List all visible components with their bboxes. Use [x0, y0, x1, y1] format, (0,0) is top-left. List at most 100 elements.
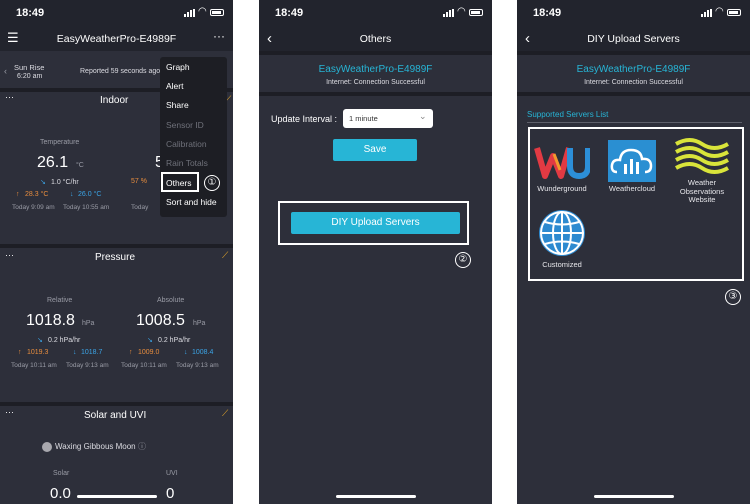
solar-value: 0.0 [50, 485, 71, 502]
menu-item-rain-totals[interactable]: Rain Totals [166, 158, 208, 168]
solar-graph-icon[interactable]: ⟋ [222, 408, 228, 419]
page-title: DIY Upload Servers [587, 33, 680, 45]
relative-high: 1019.3 [27, 349, 49, 356]
save-button[interactable]: Save [333, 139, 417, 161]
relative-high-time: Today 10:11 am [11, 362, 57, 369]
device-name: EasyWeatherPro-E4989F [576, 64, 691, 75]
temperature-unit: °C [76, 162, 84, 169]
phone-screen-others: 18:49 ◠ ‹ Others EasyWeatherPro-E4989F I… [259, 0, 492, 504]
solar-more-icon[interactable]: ··· [5, 407, 14, 417]
solar-label: Solar [53, 470, 70, 477]
update-interval-label: Update Interval : [271, 114, 338, 124]
battery-icon [210, 9, 224, 16]
battery-icon [727, 9, 741, 16]
relative-label: Relative [47, 297, 73, 304]
absolute-unit: hPa [193, 320, 206, 327]
more-icon[interactable]: ··· [213, 29, 225, 43]
wifi-icon: ◠ [715, 6, 724, 17]
relative-value: 1018.8 [26, 312, 75, 329]
temperature-value: 26.1 [37, 154, 69, 171]
humidity-high-time: Today [131, 204, 149, 211]
menu-item-sort-and-hide[interactable]: Sort and hide [166, 197, 217, 207]
status-bar: 18:49 ◠ [0, 0, 233, 27]
callout-number: ① [204, 175, 220, 191]
signal-icon [701, 9, 713, 17]
list-title-underline [527, 122, 742, 123]
highlight-box-others [161, 172, 199, 192]
absolute-value: 1008.5 [136, 312, 185, 329]
temperature-high: 28.3 °C [25, 191, 49, 198]
temperature-low-time: Today 10:55 am [63, 204, 110, 211]
low-arrow-icon: ↓ [73, 349, 77, 356]
trend-down-icon: ↘ [147, 337, 153, 344]
page-title: Others [359, 33, 392, 45]
section-divider [0, 244, 233, 248]
nav-bar: ‹ Others [259, 27, 492, 51]
server-weather-observations[interactable]: Weather Observations Website [671, 136, 733, 205]
low-arrow-icon: ↓ [70, 191, 74, 198]
internet-status: Internet: Connection Successful [326, 79, 425, 86]
menu-item-share[interactable]: Share [166, 100, 189, 110]
menu-item-graph[interactable]: Graph [166, 62, 190, 72]
home-indicator [593, 495, 674, 498]
battery-icon [469, 9, 483, 16]
server-label: Weather Observations Website [679, 178, 725, 204]
moon-icon [42, 442, 52, 452]
absolute-label: Absolute [157, 297, 185, 304]
server-weathercloud[interactable]: Weathercloud [601, 140, 663, 194]
relative-low-time: Today 9:13 am [66, 362, 109, 369]
section-divider [259, 92, 492, 96]
pressure-title: Pressure [95, 252, 136, 263]
high-arrow-icon: ↑ [18, 349, 22, 356]
absolute-low-time: Today 9:13 am [176, 362, 219, 369]
relative-unit: hPa [82, 320, 95, 327]
server-label: Weathercloud [608, 184, 656, 193]
home-indicator [335, 495, 416, 498]
signal-icon [184, 9, 196, 17]
device-title: EasyWeatherPro-E4989F [56, 33, 177, 45]
server-wunderground[interactable]: Wunderground [531, 140, 593, 194]
absolute-high: 1009.0 [138, 349, 160, 356]
indoor-more-icon[interactable]: ··· [5, 92, 14, 102]
temperature-rate: 1.0 °C/hr [51, 179, 79, 186]
prev-arrow-icon[interactable]: ‹ [4, 66, 7, 76]
phone-screen-weather: 18:49 ◠ ☰ EasyWeatherPro-E4989F ··· ‹ Su… [0, 0, 233, 504]
update-interval-select[interactable]: 1 minute ⌄ [343, 109, 433, 128]
absolute-low: 1008.4 [192, 349, 214, 356]
section-divider [0, 402, 233, 406]
relative-rate: 0.2 hPa/hr [48, 337, 81, 344]
options-menu: Graph Alert Share Sensor ID Calibration … [160, 57, 227, 217]
menu-item-sensor-id[interactable]: Sensor ID [166, 120, 204, 130]
nav-bar: ☰ EasyWeatherPro-E4989F ··· [0, 27, 233, 51]
status-time: 18:49 [16, 7, 45, 19]
internet-status: Internet: Connection Successful [584, 79, 683, 86]
wow-icon [675, 138, 729, 174]
pressure-graph-icon[interactable]: ⟋ [222, 250, 228, 261]
status-time: 18:49 [275, 7, 304, 19]
trend-down-icon: ↘ [40, 179, 46, 186]
diy-upload-servers-button[interactable]: DIY Upload Servers [291, 212, 460, 234]
absolute-high-time: Today 10:11 am [121, 362, 167, 369]
section-divider [517, 51, 750, 55]
globe-icon [539, 210, 585, 256]
info-icon[interactable]: ⓘ [138, 441, 146, 452]
menu-item-alert[interactable]: Alert [166, 81, 183, 91]
menu-item-calibration[interactable]: Calibration [166, 139, 207, 149]
server-label: Customized [542, 260, 582, 269]
nav-bar: ‹ DIY Upload Servers [517, 27, 750, 51]
phone-screen-diy-servers: 18:49 ◠ ‹ DIY Upload Servers EasyWeather… [517, 0, 750, 504]
pressure-more-icon[interactable]: ··· [5, 250, 14, 260]
wunderground-icon [534, 147, 590, 180]
server-label: Wunderground [537, 184, 587, 193]
status-bar: 18:49 ◠ [517, 0, 750, 27]
callout-number: ③ [725, 289, 741, 305]
high-arrow-icon: ↑ [16, 191, 20, 198]
solar-title: Solar and UVI [84, 410, 147, 421]
moon-phase: Waxing Gibbous Moon [55, 442, 136, 451]
device-name: EasyWeatherPro-E4989F [318, 64, 433, 75]
server-customized[interactable]: Customized [531, 208, 593, 270]
sunrise-time: 6:20 am [17, 73, 43, 80]
weathercloud-icon [608, 140, 656, 182]
reported-text: Reported 59 seconds ago [80, 68, 161, 75]
temperature-high-time: Today 9:09 am [12, 204, 55, 211]
